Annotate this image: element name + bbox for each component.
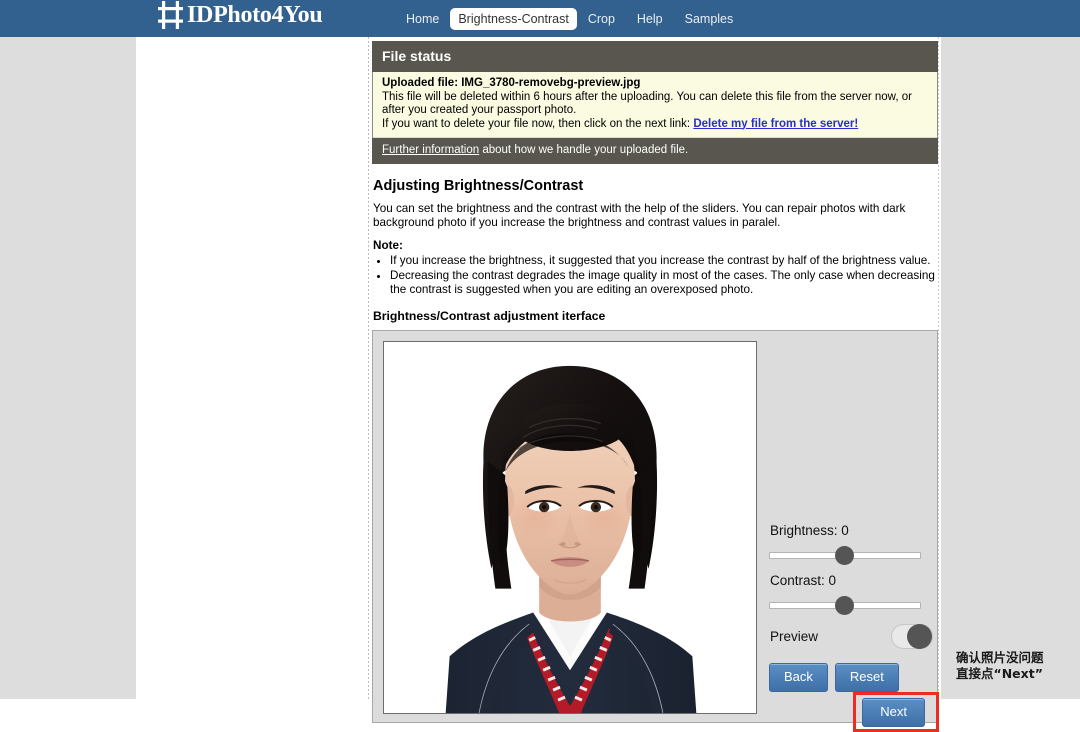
preview-row: Preview bbox=[769, 623, 933, 653]
page-right-boundary bbox=[938, 37, 939, 699]
nav-item-samples[interactable]: Samples bbox=[674, 9, 745, 29]
brand-name: IDPhoto4You bbox=[187, 2, 323, 28]
contrast-slider[interactable] bbox=[769, 595, 921, 615]
file-delete-row: If you want to delete your file now, the… bbox=[382, 118, 928, 132]
right-background bbox=[941, 37, 1080, 699]
portrait-image bbox=[384, 342, 756, 713]
next-button-wrap: Next bbox=[769, 692, 939, 732]
preview-toggle[interactable] bbox=[891, 624, 933, 649]
crop-tool-icon bbox=[158, 1, 183, 29]
back-button[interactable]: Back bbox=[769, 663, 828, 692]
intro-paragraph: You can set the brightness and the contr… bbox=[373, 202, 906, 229]
file-status-body: Uploaded file: IMG_3780-removebg-preview… bbox=[372, 72, 938, 137]
delete-file-link[interactable]: Delete my file from the server! bbox=[693, 118, 858, 130]
brightness-slider-thumb[interactable] bbox=[835, 546, 854, 565]
preview-label: Preview bbox=[770, 629, 819, 644]
brand-logo[interactable]: IDPhoto4You bbox=[158, 1, 323, 29]
browser-page: IDPhoto4You Home Brightness-Contrast Cro… bbox=[0, 0, 1080, 732]
page-left-boundary bbox=[368, 37, 369, 699]
contrast-label: Contrast: 0 bbox=[770, 573, 837, 588]
editor-button-row: Back Reset bbox=[769, 663, 929, 692]
further-information-link[interactable]: Further information bbox=[382, 144, 479, 156]
uploaded-file-name: Uploaded file: IMG_3780-removebg-preview… bbox=[382, 77, 641, 89]
file-status-header: File status bbox=[372, 41, 938, 72]
brightness-slider[interactable] bbox=[769, 545, 921, 565]
nav-item-brightness-contrast[interactable]: Brightness-Contrast bbox=[450, 7, 577, 30]
annotation-note: 确认照片没问题 直接点“Next” bbox=[956, 650, 1044, 681]
page-title: Adjusting Brightness/Contrast bbox=[373, 178, 584, 194]
left-background bbox=[0, 37, 136, 699]
nav-links: Home Brightness-Contrast Crop Help Sampl… bbox=[395, 0, 744, 37]
note-item: If you increase the brightness, it sugge… bbox=[390, 254, 937, 268]
file-delete-prefix: If you want to delete your file now, the… bbox=[382, 117, 694, 130]
file-status-panel: File status Uploaded file: IMG_3780-remo… bbox=[372, 41, 938, 164]
preview-toggle-knob bbox=[907, 624, 932, 649]
nav-item-crop[interactable]: Crop bbox=[577, 9, 626, 29]
adjustment-interface: Brightness: 0 Contrast: 0 Preview Back R… bbox=[372, 330, 939, 732]
editor-controls: Brightness: 0 Contrast: 0 Preview Back R… bbox=[769, 523, 939, 732]
note-item: Decreasing the contrast degrades the ima… bbox=[390, 269, 937, 297]
top-navbar: IDPhoto4You Home Brightness-Contrast Cro… bbox=[0, 0, 1080, 37]
article-section: Adjusting Brightness/Contrast You can se… bbox=[372, 178, 938, 323]
contrast-slider-thumb[interactable] bbox=[835, 596, 854, 615]
note-label: Note: bbox=[373, 239, 403, 252]
file-retention-notice: This file will be deleted within 6 hours… bbox=[382, 90, 912, 117]
note-list: If you increase the brightness, it sugge… bbox=[373, 254, 937, 297]
main-content: File status Uploaded file: IMG_3780-remo… bbox=[372, 41, 939, 732]
nav-item-home[interactable]: Home bbox=[395, 9, 450, 29]
next-button-highlight-box bbox=[853, 692, 939, 732]
brightness-label: Brightness: 0 bbox=[770, 523, 849, 538]
file-status-footer: Further information about how we handle … bbox=[372, 137, 938, 164]
reset-button[interactable]: Reset bbox=[834, 663, 899, 692]
photo-preview bbox=[384, 342, 756, 713]
further-information-rest: about how we handle your uploaded file. bbox=[479, 144, 689, 156]
nav-item-help[interactable]: Help bbox=[626, 9, 674, 29]
photo-preview-frame[interactable] bbox=[383, 341, 757, 714]
interface-title: Brightness/Contrast adjustment iterface bbox=[373, 309, 606, 323]
